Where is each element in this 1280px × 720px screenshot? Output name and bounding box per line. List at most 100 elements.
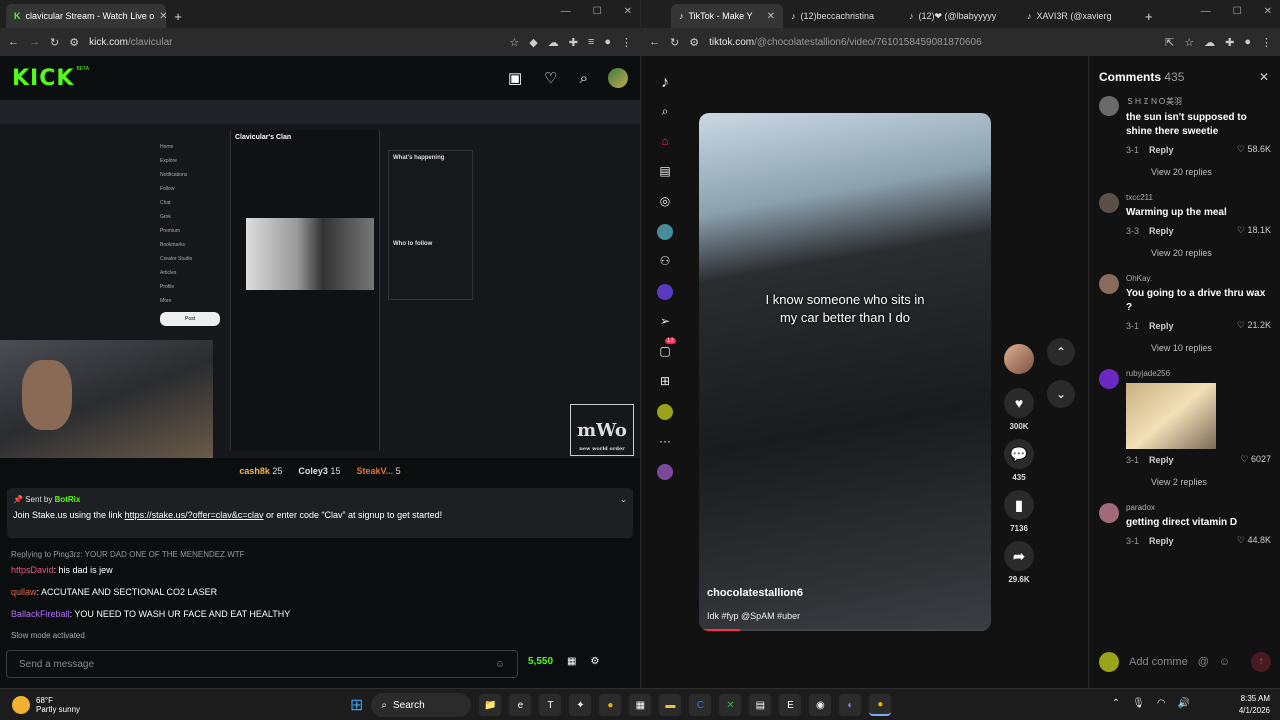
emoji-icon[interactable]: ☺ [1219,656,1230,668]
reply-button[interactable]: Reply [1149,226,1174,236]
heart-icon[interactable]: ♡ [544,69,557,87]
windows-start-icon[interactable]: ⊞ [350,695,363,715]
reply-button[interactable]: Reply [1149,455,1174,465]
reply-button[interactable]: Reply [1149,321,1174,331]
search-icon[interactable]: ⌕ [657,104,673,120]
creator-avatar[interactable] [1004,344,1034,374]
xbox-icon[interactable]: ✕ [719,694,742,716]
comment-like[interactable]: ♡ 6027 [1240,454,1271,465]
file-explorer-icon[interactable]: 📁 [479,694,502,716]
cloud-icon[interactable]: ☁ [548,36,559,49]
wifi-icon[interactable]: ◠ [1157,698,1166,709]
reply-button[interactable]: Reply [1149,536,1174,546]
gifter[interactable]: cash8k 25 [239,466,282,476]
commenter-name[interactable]: OhKay. [1126,274,1271,283]
mention-icon[interactable]: @ [1198,656,1209,668]
reply-button[interactable]: Reply [1149,145,1174,155]
inbox-icon[interactable]: ▢ 12 [657,338,676,360]
comment-like[interactable]: ♡ 44.8K [1237,535,1271,546]
shop-icon[interactable]: ▤ [657,164,673,180]
gifter[interactable]: Coley3 15 [298,466,340,476]
close-tab-icon[interactable]: ✕ [767,11,775,22]
stream-video[interactable]: Home Explore Notifications Follow Chat G… [0,100,640,458]
weather-widget[interactable]: 68°F Partly sunny [0,695,80,714]
close-window-icon[interactable]: ✕ [624,6,632,17]
puzzle-icon[interactable]: ✚ [1225,36,1234,49]
home-icon[interactable]: ⌂ [657,134,673,150]
tab-tiktok[interactable]: ♪ TikTok - Make Y ✕ [671,4,783,28]
commenter-avatar[interactable] [1099,369,1119,389]
url-field[interactable]: tiktok.com/@chocolatestallion6/video/761… [709,37,1155,48]
friends-icon[interactable]: ⚇ [657,254,673,270]
bookmark-star-icon[interactable]: ☆ [1184,36,1194,49]
emoji-icon[interactable]: ☺ [495,659,505,670]
profile-icon[interactable]: ● [604,36,611,48]
account-avatar[interactable] [657,464,673,480]
send-comment-icon[interactable]: ↑ [1251,652,1271,672]
steam-icon[interactable]: ◉ [809,694,832,716]
reload-icon[interactable]: ↻ [670,36,679,49]
commenter-name[interactable]: rubyjade256 [1126,369,1271,378]
tab-tiktok-4[interactable]: ♪ XAVI3R (@xavierg [1019,4,1137,28]
tab-tiktok-2[interactable]: ♪ (12)beccachristina [783,4,901,28]
reload-icon[interactable]: ↻ [50,36,59,49]
maximize-icon[interactable]: ☐ [593,6,602,17]
profile-avatar[interactable] [657,404,673,420]
kick-logo[interactable]: KICK [12,66,74,91]
commenter-avatar[interactable] [1099,274,1119,294]
tiktok-logo-icon[interactable]: ♪ [657,74,673,91]
chat-username[interactable]: httpsDavid [11,565,54,575]
puzzle-icon[interactable]: ✚ [569,36,578,49]
comment-photo[interactable] [1126,383,1216,449]
profile-icon[interactable]: ● [1244,36,1251,48]
more-icon[interactable]: ··· [657,434,673,450]
tiktok-video[interactable]: I know someone who sits in my car better… [699,113,991,631]
copilot-icon[interactable]: ✦ [569,694,592,716]
commenter-avatar[interactable] [1099,193,1119,213]
volume-icon[interactable]: 🔊 [1178,698,1190,709]
minimize-icon[interactable]: — [1201,6,1211,17]
store-icon[interactable]: ▦ [629,694,652,716]
channel-points[interactable]: 5,550 [528,656,553,667]
add-comment-input[interactable]: Add comme [1129,656,1188,668]
app-icon[interactable]: ▤ [749,694,772,716]
bookmark-icon[interactable]: ▮ [1004,490,1034,520]
store-icon[interactable]: ▦ [567,656,576,667]
chrome-icon[interactable]: ● [599,694,622,716]
browse-icon[interactable]: ▣ [508,69,522,87]
cloud-icon[interactable]: ☁ [1204,36,1215,49]
back-icon[interactable]: ← [649,36,660,48]
gifter[interactable]: SteakV... 5 [356,466,400,476]
app-c-icon[interactable]: C [689,694,712,716]
comment-like[interactable]: ♡ 21.2K [1237,320,1271,331]
video-progress[interactable] [699,629,991,631]
back-icon[interactable]: ← [8,36,19,48]
menu-icon[interactable]: ⋮ [1261,36,1272,49]
close-window-icon[interactable]: ✕ [1264,6,1272,17]
view-replies[interactable]: View 20 replies [1151,248,1271,258]
new-tab-button[interactable]: + [166,4,190,28]
menu-icon[interactable]: ⋮ [621,36,632,49]
pinned-sender[interactable]: BotRix [55,495,81,504]
url-field[interactable]: kick.com/clavicular [89,37,499,48]
tab-kick[interactable]: K clavicular Stream - Watch Live o ✕ [6,4,166,28]
epic-icon[interactable]: E [779,694,802,716]
tab-tiktok-3[interactable]: ♪ (12)❤ (@lbabyyyyy [901,4,1019,28]
forward-icon[interactable]: → [29,36,40,48]
extension-icon[interactable]: ◆ [529,36,537,49]
upload-icon[interactable]: ⊞ [657,374,673,390]
collapse-pin-icon[interactable]: ⌄ [620,495,627,504]
commenter-avatar[interactable] [1099,96,1119,116]
taskbar-search[interactable]: ⌕ Search [371,693,472,717]
chat-username[interactable]: BallackFireball [11,609,70,619]
site-info-icon[interactable]: ⚙ [69,36,79,49]
commenter-name[interactable]: txcc211 [1126,193,1271,202]
playlist-icon[interactable]: ≡ [588,36,594,48]
commenter-avatar[interactable] [1099,503,1119,523]
open-external-icon[interactable]: ⇱ [1165,36,1174,49]
messages-icon[interactable]: ➢ [657,314,673,330]
search-icon[interactable]: ⌕ [580,70,588,87]
view-replies[interactable]: View 10 replies [1151,343,1271,353]
chat-input[interactable]: Send a message ☺ [6,650,518,678]
user-avatar[interactable] [608,68,628,88]
